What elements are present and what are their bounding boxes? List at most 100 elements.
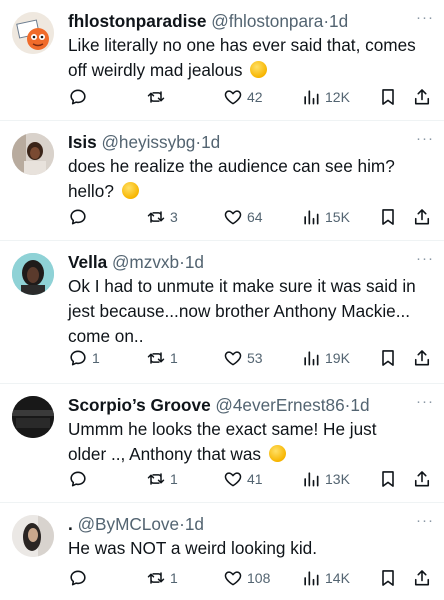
- retweet-icon: [147, 473, 165, 485]
- timestamp[interactable]: 1d: [201, 132, 220, 152]
- like-button[interactable]: 41: [223, 468, 263, 490]
- like-button[interactable]: 108: [223, 567, 270, 589]
- tweet-text: does he realize the audience can see him…: [68, 154, 430, 204]
- retweet-count: 1: [170, 570, 178, 586]
- reply-button[interactable]: 1: [68, 347, 100, 369]
- more-options-icon[interactable]: ···: [416, 10, 434, 25]
- display-name[interactable]: Scorpio’s Groove: [68, 395, 211, 415]
- bookmark-button[interactable]: [378, 567, 398, 589]
- views-button[interactable]: 19K: [301, 347, 350, 369]
- like-icon: [224, 472, 242, 487]
- tweet-text-line: jest because...now brother Anthony Macki…: [68, 301, 411, 321]
- avatar[interactable]: [12, 515, 54, 557]
- action-bar: 1 108 14K: [68, 567, 434, 589]
- like-icon: [224, 571, 242, 586]
- reply-button[interactable]: [68, 86, 92, 108]
- views-button[interactable]: 15K: [301, 206, 350, 228]
- share-icon: [414, 89, 430, 105]
- like-button[interactable]: 64: [223, 206, 263, 228]
- views-button[interactable]: 13K: [301, 468, 350, 490]
- share-button[interactable]: [412, 347, 432, 369]
- tweet-text-line: does he realize the audience can see him…: [68, 156, 395, 176]
- tweet-text-line: Like literally no one has ever said that…: [68, 35, 416, 55]
- tweet-text-line: hello?: [68, 181, 114, 201]
- user-handle[interactable]: @fhlostonpara: [211, 11, 323, 31]
- views-button[interactable]: 14K: [301, 567, 350, 589]
- more-options-icon[interactable]: ···: [416, 251, 434, 266]
- tweet[interactable]: Vella @mzvxb·1d ··· Ok I had to unmute i…: [0, 241, 444, 384]
- share-icon: [414, 471, 430, 487]
- reply-count: 1: [92, 350, 100, 366]
- user-handle[interactable]: @mzvxb: [112, 252, 179, 272]
- more-options-icon[interactable]: ···: [416, 513, 434, 528]
- views-count: 12K: [325, 89, 350, 105]
- bookmark-button[interactable]: [378, 206, 398, 228]
- tweet[interactable]: . @ByMCLove·1d ··· He was NOT a weird lo…: [0, 503, 444, 600]
- retweet-button[interactable]: 1: [146, 468, 178, 490]
- display-name[interactable]: fhlostonparadise: [68, 11, 206, 31]
- views-count: 19K: [325, 350, 350, 366]
- like-button[interactable]: 53: [223, 347, 263, 369]
- share-button[interactable]: [412, 468, 432, 490]
- share-button[interactable]: [412, 206, 432, 228]
- tweet-text: Ummm he looks the exact same! He just ol…: [68, 417, 430, 467]
- tweet-header: . @ByMCLove·1d: [68, 512, 416, 536]
- avatar[interactable]: [12, 133, 54, 175]
- avatar[interactable]: [12, 12, 54, 54]
- tweet-header: Isis @heyissybg·1d: [68, 130, 416, 154]
- timestamp[interactable]: 1d: [185, 514, 204, 534]
- avatar[interactable]: [12, 396, 54, 438]
- avatar[interactable]: [12, 253, 54, 295]
- retweet-button[interactable]: 3: [146, 206, 178, 228]
- reply-icon: [70, 471, 86, 487]
- tweet-header: fhlostonparadise @fhlostonpara·1d: [68, 9, 416, 33]
- user-handle[interactable]: @heyissybg: [101, 132, 195, 152]
- bookmark-button[interactable]: [378, 347, 398, 369]
- reply-icon: [70, 350, 86, 366]
- tweet[interactable]: Isis @heyissybg·1d ··· does he realize t…: [0, 121, 444, 241]
- tweet-text: Ok I had to unmute it make sure it was s…: [68, 274, 430, 349]
- user-handle[interactable]: @ByMCLove: [78, 514, 180, 534]
- bookmark-button[interactable]: [378, 86, 398, 108]
- retweet-icon: [147, 91, 165, 103]
- views-icon: [304, 571, 319, 586]
- share-icon: [414, 209, 430, 225]
- bookmark-button[interactable]: [378, 468, 398, 490]
- views-button[interactable]: 12K: [301, 86, 350, 108]
- display-name[interactable]: Isis: [68, 132, 97, 152]
- user-handle[interactable]: @4everErnest86: [215, 395, 344, 415]
- like-icon: [224, 90, 242, 105]
- like-button[interactable]: 42: [223, 86, 263, 108]
- share-button[interactable]: [412, 86, 432, 108]
- share-button[interactable]: [412, 567, 432, 589]
- more-options-icon[interactable]: ···: [416, 394, 434, 409]
- bookmark-icon: [382, 89, 394, 105]
- retweet-icon: [147, 211, 165, 223]
- display-name[interactable]: .: [68, 514, 73, 534]
- reply-icon: [70, 570, 86, 586]
- reply-button[interactable]: [68, 468, 92, 490]
- display-name[interactable]: Vella: [68, 252, 107, 272]
- bookmark-icon: [382, 350, 394, 366]
- tweet-text-line: Ummm he looks the exact same! He just: [68, 419, 377, 439]
- bookmark-icon: [382, 471, 394, 487]
- timestamp[interactable]: 1d: [350, 395, 369, 415]
- views-count: 14K: [325, 570, 350, 586]
- retweet-count: 3: [170, 209, 178, 225]
- retweet-button[interactable]: [146, 86, 170, 108]
- reply-button[interactable]: [68, 206, 92, 228]
- more-options-icon[interactable]: ···: [416, 131, 434, 146]
- timestamp[interactable]: 1d: [329, 11, 348, 31]
- bookmark-icon: [382, 570, 394, 586]
- reply-button[interactable]: [68, 567, 92, 589]
- timestamp[interactable]: 1d: [185, 252, 204, 272]
- tweet[interactable]: fhlostonparadise @fhlostonpara·1d ··· Li…: [0, 0, 444, 121]
- retweet-button[interactable]: 1: [146, 347, 178, 369]
- tweet-text-line: Ok I had to unmute it make sure it was s…: [68, 276, 416, 296]
- action-bar: 42 12K: [68, 86, 434, 108]
- action-bar: 3 64 15K: [68, 206, 434, 228]
- retweet-button[interactable]: 1: [146, 567, 178, 589]
- action-bar: 1 1 53 19K: [68, 347, 434, 369]
- tweet-feed: fhlostonparadise @fhlostonpara·1d ··· Li…: [0, 0, 444, 600]
- tweet[interactable]: Scorpio’s Groove @4everErnest86·1d ··· U…: [0, 384, 444, 503]
